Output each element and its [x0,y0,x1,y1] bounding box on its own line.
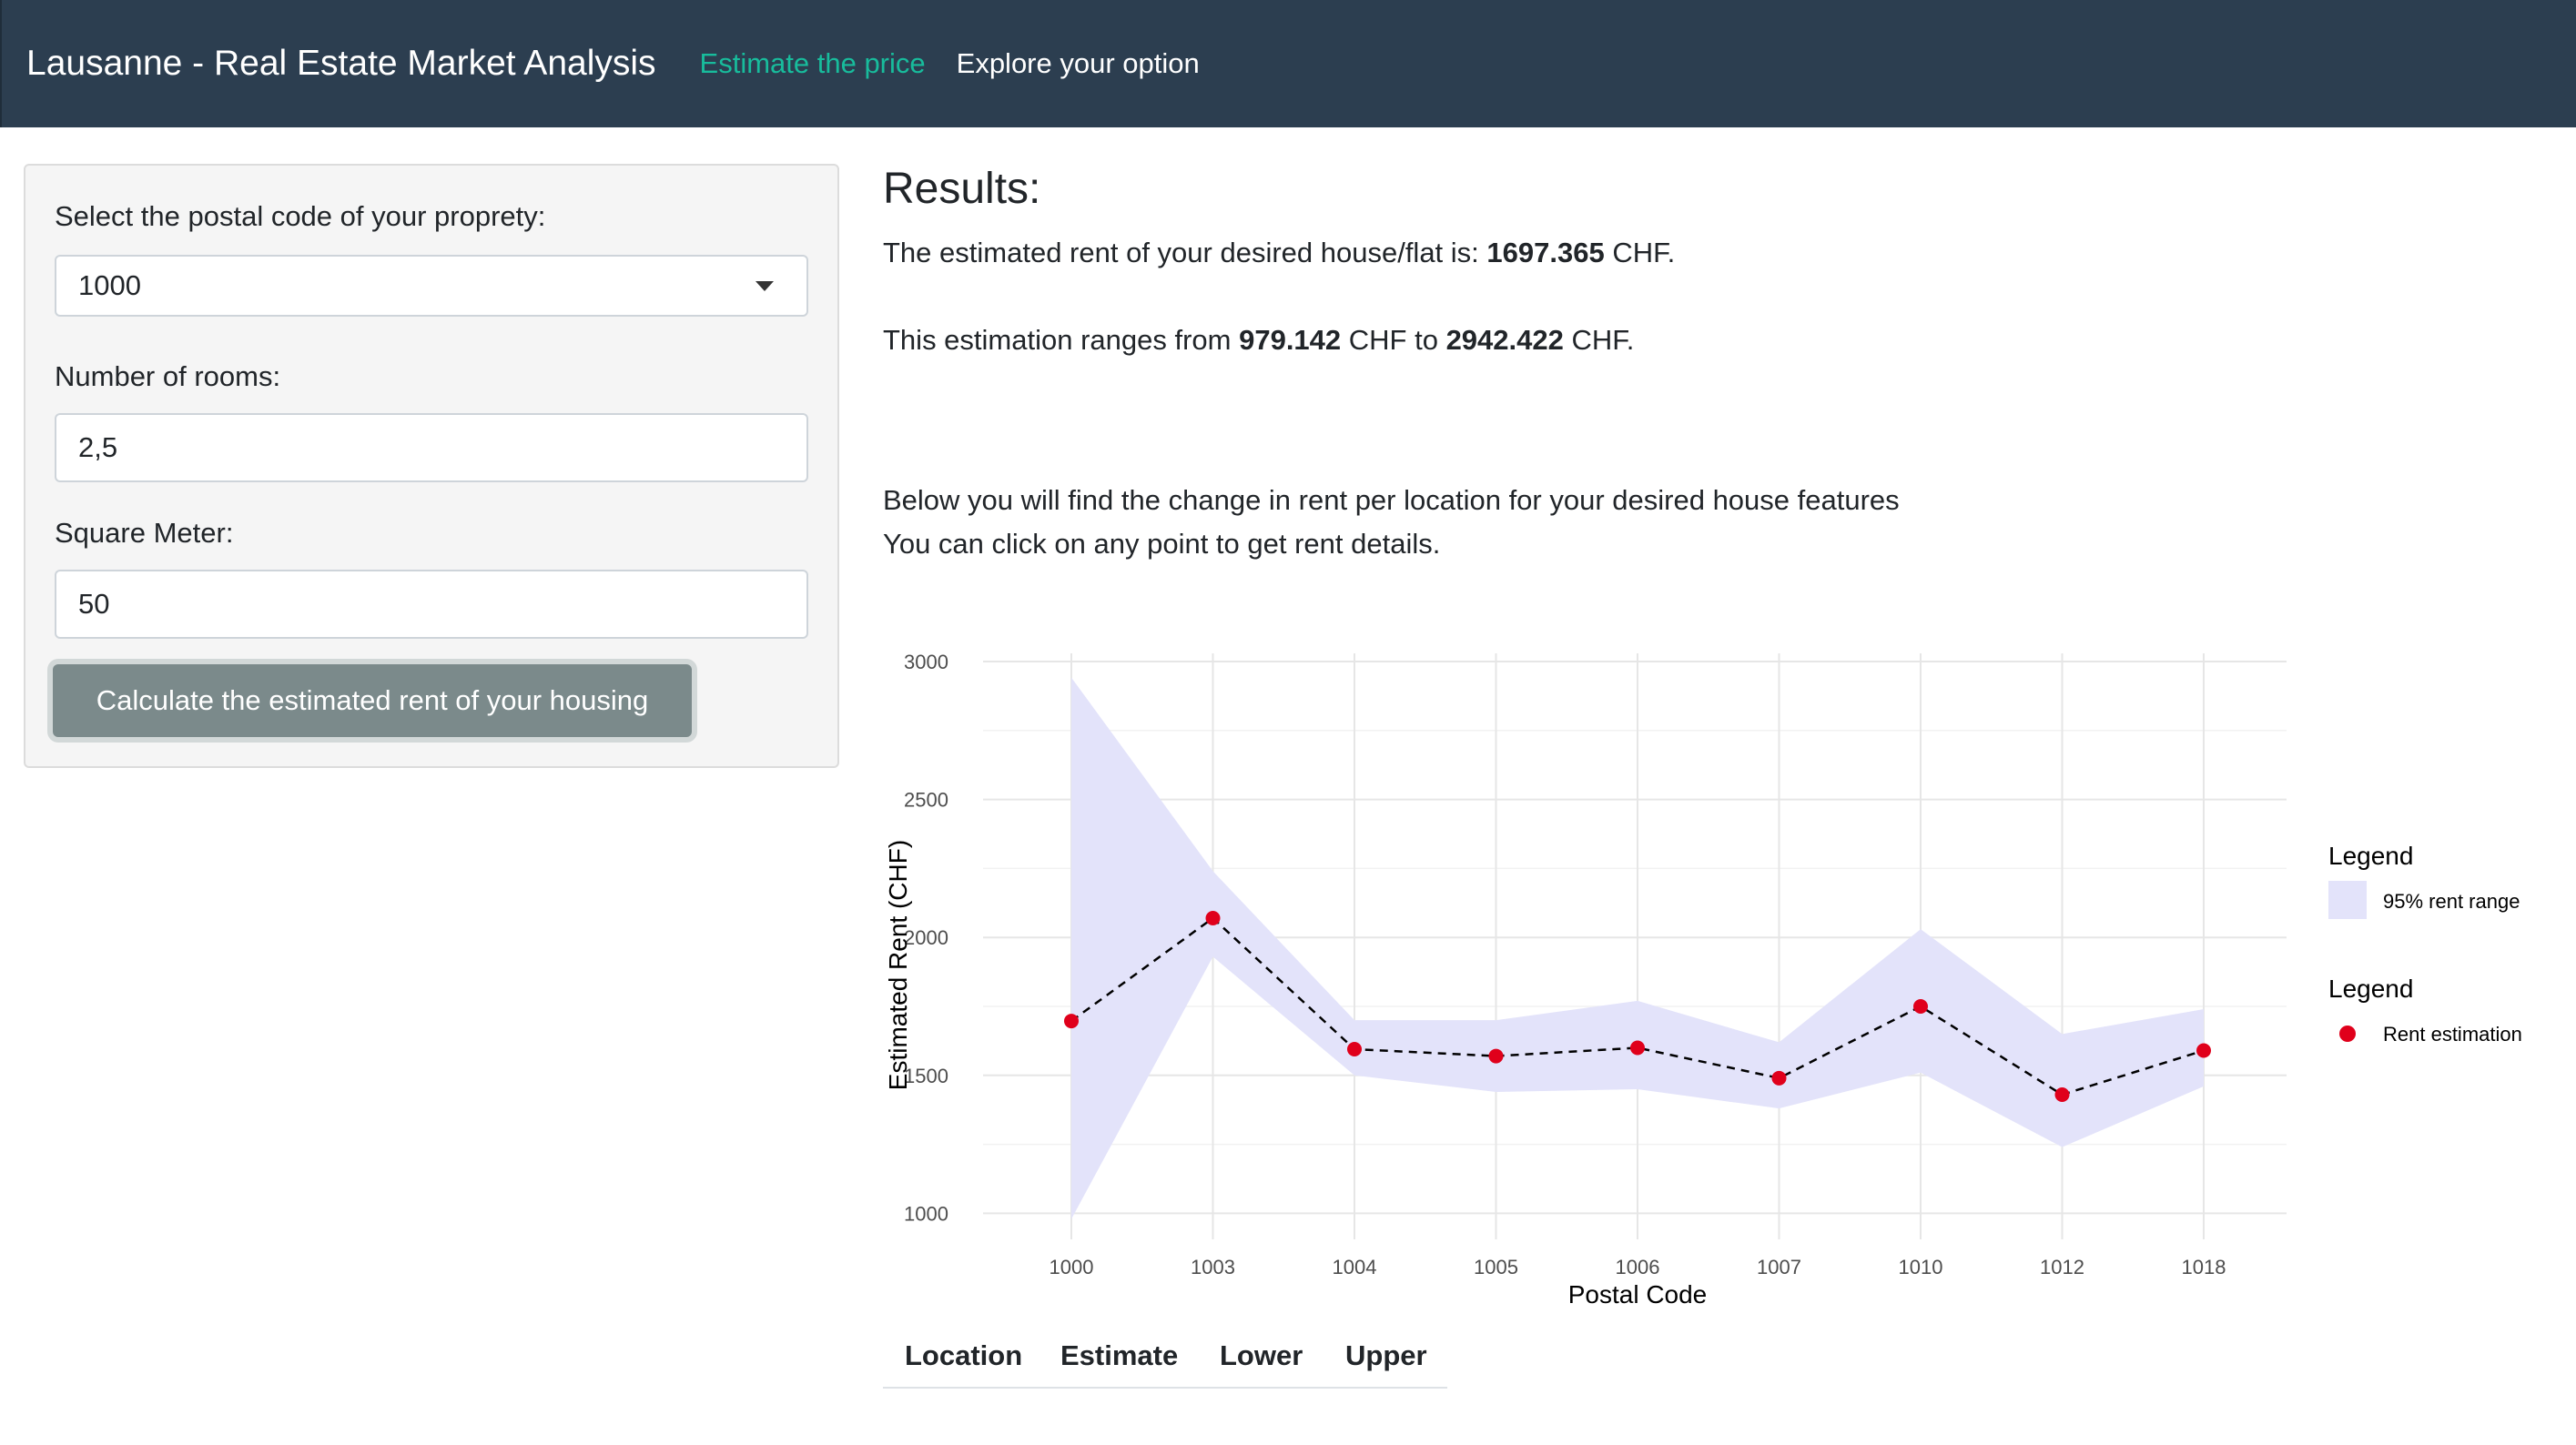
data-point [1771,1070,1787,1086]
rooms-input[interactable] [55,413,808,482]
legend-label-range: 95% rent range [2383,890,2520,913]
postal-code-value: 1000 [78,269,141,301]
column-upper: Upper [1345,1339,1427,1371]
range-suffix: CHF. [1563,324,1635,356]
estimate-sentence: The estimated rent of your desired house… [883,237,1675,269]
legend-key-range [2328,881,2367,919]
column-location: Location [905,1339,1023,1371]
chart-intro-text: Below you will find the change in rent p… [883,484,1900,516]
navbar: Lausanne - Real Estate Market Analysis E… [0,0,2576,127]
rent-by-location-chart: 100015002000250030001000 1003 1004 1005 1006… [884,651,2522,1309]
x-axis-title: Postal Code [1568,1280,1708,1309]
legend-title-estimation: Legend [2328,975,2413,1003]
x-tick-label: 1004 [1333,1256,1377,1278]
x-tick-label: 1005 [1474,1256,1518,1278]
chart-click-hint: You can click on any point to get rent d… [883,528,1441,560]
range-low-value: 979.142 [1239,324,1342,356]
x-tick-label: 1003 [1191,1256,1235,1278]
y-tick-label: 1000 [904,1202,948,1225]
data-point [2196,1043,2211,1058]
data-point [1064,1014,1079,1029]
results-table-header: Location Estimate Lower Upper [883,1332,1447,1389]
postal-code-label: Select the postal code of your proprety: [55,200,546,232]
data-point [2054,1087,2070,1103]
column-lower: Lower [1220,1339,1303,1371]
y-tick-label: 3000 [904,651,948,673]
data-point [1347,1041,1362,1056]
rooms-label: Number of rooms: [55,360,281,392]
legend-key-estimation [2339,1026,2356,1042]
data-point [1488,1048,1504,1064]
y-axis-title: Estimated Rent (CHF) [884,840,912,1090]
x-tick-label: 1000 [1050,1256,1094,1278]
app-title: Lausanne - Real Estate Market Analysis [26,44,656,83]
data-point [1205,910,1221,925]
legend-label-estimation: Rent estimation [2383,1023,2522,1046]
square-meter-input[interactable] [55,570,808,639]
range-sentence: This estimation ranges from 979.142 CHF … [883,324,1634,357]
data-point [1913,999,1928,1014]
calculate-button[interactable]: Calculate the estimated rent of your hou… [53,664,692,737]
range-mid: CHF to [1341,324,1446,356]
data-point [1630,1040,1645,1056]
y-tick-label: 2500 [904,789,948,812]
x-tick-label: 1006 [1616,1256,1660,1278]
column-estimate: Estimate [1060,1339,1179,1371]
x-tick-label: 1010 [1899,1256,1943,1278]
results-title: Results: [883,165,1041,213]
x-tick-label: 1018 [2182,1256,2226,1278]
tab-explore-option[interactable]: Explore your option [957,47,1200,80]
tab-estimate-price[interactable]: Estimate the price [700,47,926,80]
x-tick-label: 1012 [2040,1256,2084,1278]
range-prefix: This estimation ranges from [883,324,1240,356]
estimate-value: 1697.365 [1486,237,1605,268]
range-high-value: 2942.422 [1445,324,1564,356]
estimate-suffix: CHF. [1604,237,1676,268]
estimate-prefix: The estimated rent of your desired house… [883,237,1487,268]
postal-code-select[interactable]: 1000 [55,255,808,317]
chevron-down-icon [756,280,774,291]
square-meter-label: Square Meter: [55,517,234,549]
legend-title-range: Legend [2328,842,2413,870]
x-tick-label: 1007 [1757,1256,1801,1278]
input-panel: Select the postal code of your proprety:… [24,164,839,768]
